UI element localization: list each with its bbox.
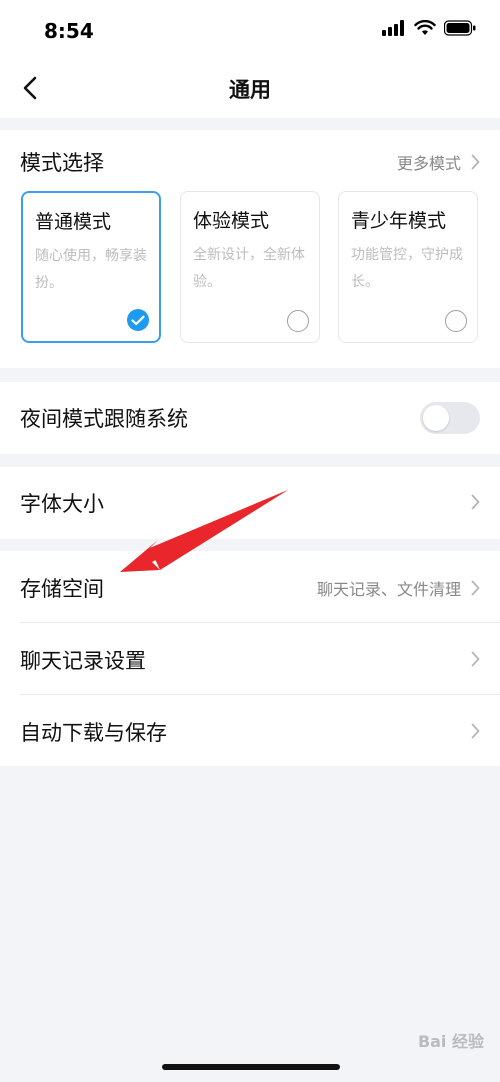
night-mode-row: 夜间模式跟随系统 (0, 382, 500, 454)
chevron-right-icon (471, 723, 480, 739)
chevron-right-icon (471, 580, 480, 596)
chat-history-chevron (471, 651, 480, 667)
font-size-label: 字体大小 (20, 492, 104, 516)
mode-card-normal[interactable]: 普通模式 随心使用，畅享装扮。 (21, 191, 161, 343)
chat-history-settings-row[interactable]: 聊天记录设置 (0, 623, 500, 694)
chevron-right-icon (471, 651, 480, 667)
night-mode-label: 夜间模式跟随系统 (20, 407, 188, 431)
storage-section: 存储空间 聊天记录、文件清理 聊天记录设置 自动下载与保存 (0, 551, 500, 766)
storage-space-label: 存储空间 (20, 577, 104, 601)
storage-space-row[interactable]: 存储空间 聊天记录、文件清理 (0, 551, 500, 622)
signal-icon (382, 20, 404, 36)
chevron-right-icon (471, 494, 480, 510)
mode-card-description: 全新设计，全新体验。 (193, 247, 305, 290)
mode-card-radio-icon[interactable] (287, 310, 309, 332)
auto-download-chevron (471, 723, 480, 739)
mode-card-title: 体验模式 (193, 210, 270, 232)
mode-card-radio-icon[interactable] (445, 310, 467, 332)
status-time: 8:54 (44, 19, 94, 43)
auto-download-row[interactable]: 自动下载与保存 (0, 695, 500, 766)
more-modes-label: 更多模式 (396, 154, 461, 173)
font-size-chevron (471, 494, 480, 510)
more-modes-link[interactable]: 更多模式 (397, 150, 480, 174)
mode-card-description: 随心使用，畅享装扮。 (35, 248, 147, 291)
font-size-row[interactable]: 字体大小 (0, 467, 500, 539)
chevron-right-icon (471, 154, 480, 170)
auto-download-label: 自动下载与保存 (20, 721, 167, 745)
watermark-logo: Bai 经验 (417, 1032, 484, 1051)
mode-card-description: 功能管控，守护成长。 (351, 247, 463, 290)
wifi-icon (414, 20, 436, 35)
toggle-knob (423, 405, 449, 431)
mode-card-teen[interactable]: 青少年模式 功能管控，守护成长。 (338, 191, 478, 343)
mode-card-check-icon[interactable] (127, 309, 149, 331)
page-title: 通用 (229, 78, 271, 102)
mode-card-title: 青少年模式 (351, 210, 447, 232)
night-mode-toggle[interactable] (420, 402, 480, 434)
mode-section-label: 模式选择 (20, 151, 104, 175)
chat-history-settings-label: 聊天记录设置 (20, 649, 146, 673)
home-indicator[interactable] (162, 1064, 340, 1070)
status-icons (382, 20, 476, 36)
mode-card-title: 普通模式 (35, 211, 112, 233)
top-bar: 8:54 通用 (0, 0, 500, 118)
battery-icon (444, 20, 476, 36)
mode-card-experience[interactable]: 体验模式 全新设计，全新体验。 (180, 191, 320, 343)
storage-space-detail-text: 聊天记录、文件清理 (316, 580, 461, 599)
storage-space-detail: 聊天记录、文件清理 (317, 576, 480, 600)
